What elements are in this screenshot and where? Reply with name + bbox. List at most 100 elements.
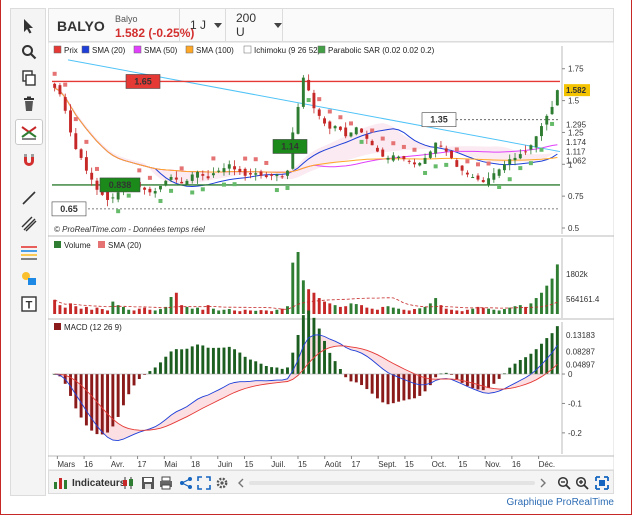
macd-histogram-bar <box>201 345 205 375</box>
zoom-search-icon[interactable] <box>15 39 43 65</box>
candle-body <box>159 185 162 190</box>
chart-area[interactable]: 1.651.351.140.8380.65 1.751.51.2510.750.… <box>48 42 614 470</box>
fullscreen-button[interactable] <box>197 475 211 491</box>
volume-bar <box>111 301 115 314</box>
legend-swatch <box>54 241 61 248</box>
prorealtime-link[interactable]: Graphique ProRealTime <box>507 497 614 508</box>
volume-bar <box>524 306 528 314</box>
candle-body <box>74 133 78 150</box>
legend-label: SMA (20) <box>92 46 126 55</box>
candle-body <box>169 177 173 180</box>
price-tick-label: 1.25 <box>568 128 584 137</box>
macd-histogram-bar <box>360 374 364 386</box>
candle-body <box>381 149 385 157</box>
candle-body <box>540 126 543 137</box>
units-dropdown[interactable]: 200 U <box>225 9 283 41</box>
macd-histogram-bar <box>370 374 374 394</box>
volume-bar <box>95 307 99 314</box>
trash-icon[interactable] <box>15 91 43 117</box>
macd-histogram-bar <box>270 367 274 375</box>
macd-histogram-bar <box>524 357 528 375</box>
macd-histogram-bar <box>296 334 300 375</box>
macd-histogram-bar <box>312 317 316 375</box>
macd-histogram-bar <box>153 367 157 375</box>
macd-histogram-bar <box>217 347 221 375</box>
macd-histogram-bar <box>259 363 263 375</box>
zoom-out-button[interactable] <box>557 475 571 491</box>
time-tick-label: 18 <box>191 460 200 469</box>
parallel-lines-icon[interactable] <box>15 211 43 237</box>
volume-bar <box>132 310 136 314</box>
volume-bar <box>74 306 78 314</box>
macd-legend: MACD (12 26 9) <box>54 323 122 332</box>
macd-histogram-bar <box>243 356 247 375</box>
settings-button[interactable] <box>215 475 229 491</box>
zoom-in-button[interactable] <box>575 475 589 491</box>
candle-body <box>328 121 332 129</box>
copy-icon[interactable] <box>15 65 43 91</box>
sar-dot <box>73 117 78 122</box>
ticker-symbol: BALYO <box>57 18 105 34</box>
macd-histogram-bar <box>413 374 416 399</box>
candle-body <box>259 171 263 176</box>
volume-bar <box>280 308 284 314</box>
legend-swatch <box>185 45 194 54</box>
sar-dot <box>391 141 396 146</box>
macd-histogram-bar <box>455 374 459 380</box>
volume-max-label: 1802k <box>566 270 589 279</box>
period-dropdown[interactable]: 1 J <box>179 9 225 41</box>
volume-bar <box>413 309 416 314</box>
volume-bar <box>100 309 104 314</box>
candle-body <box>354 127 358 135</box>
fit-chart-button[interactable] <box>595 475 609 491</box>
trendline-icon[interactable] <box>15 185 43 211</box>
time-tick-label: Mars <box>57 460 75 469</box>
sar-dot <box>232 182 237 187</box>
candle-body <box>180 181 184 184</box>
candle-body <box>111 197 115 199</box>
candle-body <box>360 128 364 133</box>
volume-bar <box>53 299 57 314</box>
sar-dot <box>147 175 152 180</box>
text-tool-icon[interactable]: T <box>15 291 43 317</box>
scroll-right-button[interactable] <box>539 475 547 491</box>
scrollbar-track[interactable] <box>249 481 535 485</box>
macd-tick-label: 0 <box>568 370 573 379</box>
sar-dot <box>423 170 428 175</box>
candle-body <box>502 164 506 171</box>
sar-dot <box>264 160 269 165</box>
magnet-icon[interactable] <box>15 147 43 173</box>
volume-bar <box>90 309 94 314</box>
fibonacci-icon[interactable] <box>15 239 43 265</box>
time-scrollbar[interactable] <box>249 475 535 491</box>
candle-body <box>434 142 438 154</box>
volume-bar <box>481 307 485 314</box>
candles-trend-icon[interactable] <box>15 119 43 145</box>
print-button[interactable] <box>159 475 173 491</box>
shapes-icon[interactable] <box>15 265 43 291</box>
volume-bar <box>391 307 395 314</box>
candle-body <box>69 110 72 133</box>
candle-body <box>317 109 321 116</box>
legend-swatch <box>81 45 90 54</box>
macd-histogram-bar <box>100 374 104 435</box>
macd-histogram-bar <box>233 349 237 375</box>
volume-bar <box>386 306 390 314</box>
share-button[interactable] <box>179 475 193 491</box>
candle-body <box>233 166 237 170</box>
cursor-icon[interactable] <box>15 13 43 39</box>
macd-histogram-bar <box>423 374 427 392</box>
macd-histogram-bar <box>529 353 533 375</box>
candle-body <box>375 147 379 152</box>
volume-bar <box>169 296 173 314</box>
indicators-button[interactable]: Indicateurs <box>53 475 125 491</box>
volume-bar <box>534 298 538 314</box>
scroll-left-button[interactable] <box>237 475 245 491</box>
time-tick-label: Sept. <box>378 460 397 469</box>
save-button[interactable] <box>141 475 155 491</box>
candle-body <box>254 173 258 175</box>
candle-style-button[interactable] <box>121 475 135 491</box>
candle-body <box>248 173 252 175</box>
candle-body <box>270 174 274 176</box>
signal-value-label: 0.08287 <box>566 348 595 357</box>
